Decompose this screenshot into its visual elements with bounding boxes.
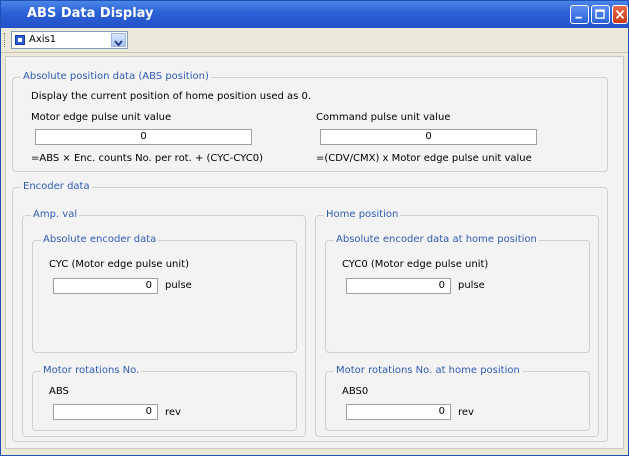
home-position-group: Home position Absolute encoder data at h… — [315, 209, 599, 437]
cyc-value-field[interactable]: 0 — [53, 278, 158, 294]
minimize-icon — [575, 16, 582, 19]
cyc0-unit: pulse — [458, 280, 485, 291]
title-bar[interactable]: ABS Data Display — [1, 1, 628, 28]
maximize-icon — [595, 9, 605, 19]
abs-data-display-window: ABS Data Display Axis1 Absolute position… — [0, 0, 629, 456]
abs-position-legend: Absolute position data (ABS position) — [21, 71, 211, 82]
cyc0-label: CYC0 (Motor edge pulse unit) — [342, 259, 489, 270]
motor-edge-formula: =ABS × Enc. counts No. per rot. + (CYC-C… — [31, 153, 263, 164]
motor-edge-label: Motor edge pulse unit value — [31, 112, 172, 123]
home-abs-encoder-legend: Absolute encoder data at home position — [334, 234, 539, 245]
cyc0-value-field[interactable]: 0 — [346, 278, 451, 294]
amp-val-group: Amp. val Absolute encoder data CYC (Moto… — [22, 209, 306, 437]
abs0-unit: rev — [458, 407, 474, 418]
home-motor-rotations-group: Motor rotations No. at home position ABS… — [325, 365, 590, 431]
abs-value-field[interactable]: 0 — [53, 404, 158, 420]
encoder-data-legend: Encoder data — [21, 181, 92, 192]
home-abs-encoder-group: Absolute encoder data at home position C… — [325, 234, 590, 353]
command-formula: =(CDV/CMX) x Motor edge pulse unit value — [316, 153, 532, 164]
command-label: Command pulse unit value — [316, 112, 451, 123]
close-button[interactable] — [612, 5, 628, 24]
amp-val-legend: Amp. val — [31, 209, 80, 220]
abs-encoder-legend: Absolute encoder data — [41, 234, 159, 245]
abs-position-group: Absolute position data (ABS position) Di… — [12, 71, 608, 172]
minimize-button[interactable] — [570, 5, 589, 24]
motor-edge-value-field[interactable]: 0 — [35, 129, 252, 145]
axis-select-value: Axis1 — [29, 34, 57, 45]
maximize-button[interactable] — [591, 5, 610, 24]
abs-unit: rev — [165, 407, 181, 418]
cyc-unit: pulse — [165, 280, 192, 291]
toolbar-grip[interactable] — [4, 33, 8, 47]
content-panel: Absolute position data (ABS position) Di… — [5, 56, 624, 449]
axis-icon — [15, 35, 25, 45]
abs0-label: ABS0 — [342, 386, 369, 397]
abs-encoder-group: Absolute encoder data CYC (Motor edge pu… — [32, 234, 297, 353]
home-motor-rotations-legend: Motor rotations No. at home position — [334, 365, 522, 376]
abs-label: ABS — [49, 386, 69, 397]
motor-rotations-legend: Motor rotations No. — [41, 365, 142, 376]
close-icon — [615, 9, 625, 20]
axis-dropdown-button[interactable] — [111, 33, 126, 47]
motor-rotations-group: Motor rotations No. ABS 0 rev — [32, 365, 297, 431]
cyc-label: CYC (Motor edge pulse unit) — [49, 259, 189, 270]
abs0-value-field[interactable]: 0 — [346, 404, 451, 420]
encoder-data-group: Encoder data Amp. val Absolute encoder d… — [12, 181, 608, 442]
abs-description: Display the current position of home pos… — [31, 91, 312, 102]
window-title: ABS Data Display — [27, 6, 154, 21]
chevron-down-icon — [114, 40, 123, 47]
command-value-field[interactable]: 0 — [320, 129, 537, 145]
axis-select[interactable]: Axis1 — [11, 31, 128, 49]
home-position-legend: Home position — [324, 209, 401, 220]
toolbar: Axis1 — [1, 28, 628, 53]
